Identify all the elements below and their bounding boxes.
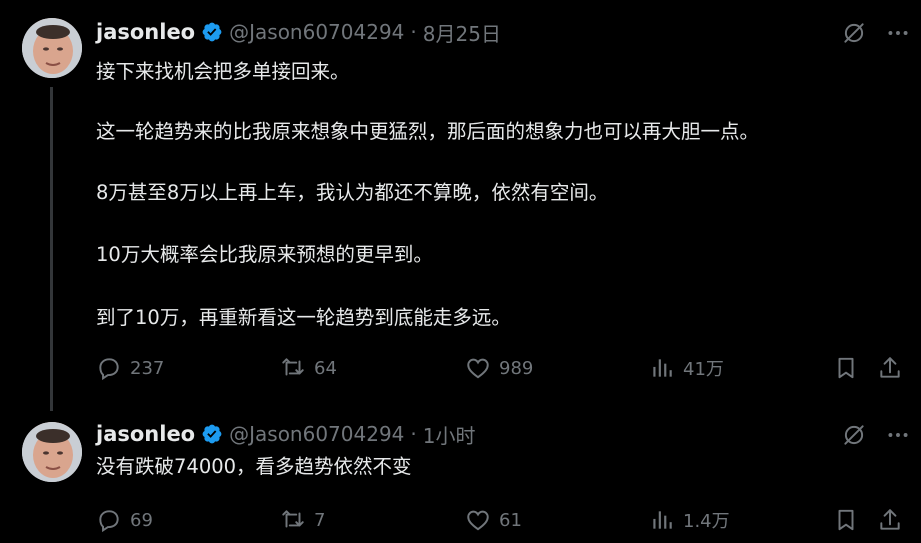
- reply-icon: [99, 358, 119, 381]
- tweet-text: 到了10万，再重新看这一轮趋势到底能走多远。: [96, 303, 909, 333]
- like-count: 61: [499, 509, 522, 531]
- author-name[interactable]: jasonleo: [96, 422, 195, 446]
- views-icon: [653, 359, 672, 377]
- author-handle[interactable]: @Jason60704294: [229, 20, 404, 44]
- separator-dot: ·: [410, 422, 417, 446]
- views-button[interactable]: 1.4万: [649, 507, 730, 533]
- verified-badge-icon: [201, 21, 223, 43]
- share-icon: [880, 509, 900, 530]
- tweet-text: 10万大概率会比我原来预想的更早到。: [96, 240, 909, 270]
- grok-icon[interactable]: [841, 422, 867, 448]
- retweet-icon: [282, 510, 304, 528]
- avatar[interactable]: [22, 18, 82, 78]
- views-icon: [653, 511, 672, 529]
- retweet-count: 64: [314, 357, 337, 379]
- like-button[interactable]: 61: [465, 507, 522, 533]
- reply-count: 237: [130, 357, 165, 379]
- tweet-paragraph: 接下来找机会把多单接回来。: [96, 60, 350, 83]
- retweet-button[interactable]: 64: [280, 355, 337, 381]
- author-name[interactable]: jasonleo: [96, 20, 195, 44]
- like-icon: [467, 510, 489, 531]
- tweet-action-bar: 69 7 61 1.4万: [96, 505, 911, 535]
- share-button[interactable]: [877, 507, 903, 533]
- share-icon: [880, 357, 900, 378]
- tweet-text: 接下来找机会把多单接回来。: [96, 57, 909, 87]
- views-count: 1.4万: [683, 511, 730, 532]
- tweet-text: 没有跌破74000，看多趋势依然不变: [96, 452, 909, 482]
- timestamp[interactable]: 1小时: [423, 420, 476, 449]
- bookmark-button[interactable]: [833, 507, 859, 533]
- retweet-icon: [282, 358, 304, 376]
- tweet-text: 8万甚至8万以上再上车，我认为都还不算晚，依然有空间。: [96, 178, 909, 208]
- author-handle[interactable]: @Jason60704294: [229, 422, 404, 446]
- tweet-header: jasonleo @Jason60704294 · 8月25日: [96, 18, 911, 46]
- tweet-paragraph: 没有跌破74000，看多趋势依然不变: [96, 455, 412, 478]
- like-icon: [467, 358, 489, 379]
- tweet-paragraph: 到了10万，再重新看这一轮趋势到底能走多远。: [96, 306, 511, 329]
- views-button[interactable]: 41万: [649, 355, 724, 381]
- reply-icon: [99, 510, 119, 533]
- avatar[interactable]: [22, 422, 82, 482]
- reply-button[interactable]: 237: [96, 355, 164, 381]
- retweet-count: 7: [314, 509, 326, 531]
- like-button[interactable]: 989: [465, 355, 533, 381]
- tweet-top-actions: [841, 20, 911, 46]
- bookmark-button[interactable]: [833, 355, 859, 381]
- retweet-button[interactable]: 7: [280, 507, 325, 533]
- thread-line: [50, 87, 53, 411]
- timestamp[interactable]: 8月25日: [423, 18, 501, 47]
- bookmark-icon: [838, 357, 854, 379]
- more-icon[interactable]: [885, 20, 911, 46]
- views-count: 41万: [683, 359, 724, 380]
- tweet-paragraph: 10万大概率会比我原来预想的更早到。: [96, 243, 433, 266]
- bookmark-icon: [838, 509, 854, 531]
- tweet-header: jasonleo @Jason60704294 · 1小时: [96, 420, 911, 448]
- verified-badge-icon: [201, 423, 223, 445]
- tweet[interactable]: jasonleo @Jason60704294 · 8月25日 接下来找机会把多…: [0, 0, 921, 411]
- more-icon[interactable]: [885, 422, 911, 448]
- share-button[interactable]: [877, 355, 903, 381]
- grok-icon[interactable]: [841, 20, 867, 46]
- tweet-paragraph: 这一轮趋势来的比我原来想象中更猛烈，那后面的想象力也可以再大胆一点。: [96, 120, 760, 143]
- separator-dot: ·: [410, 20, 417, 44]
- tweet-paragraph: 8万甚至8万以上再上车，我认为都还不算晚，依然有空间。: [96, 181, 609, 204]
- reply-count: 69: [130, 509, 153, 531]
- reply-button[interactable]: 69: [96, 507, 153, 533]
- tweet-top-actions: [841, 422, 911, 448]
- tweet-action-bar: 237 64 989 41万: [96, 353, 911, 383]
- like-count: 989: [499, 357, 534, 379]
- tweet-text: 这一轮趋势来的比我原来想象中更猛烈，那后面的想象力也可以再大胆一点。: [96, 117, 909, 147]
